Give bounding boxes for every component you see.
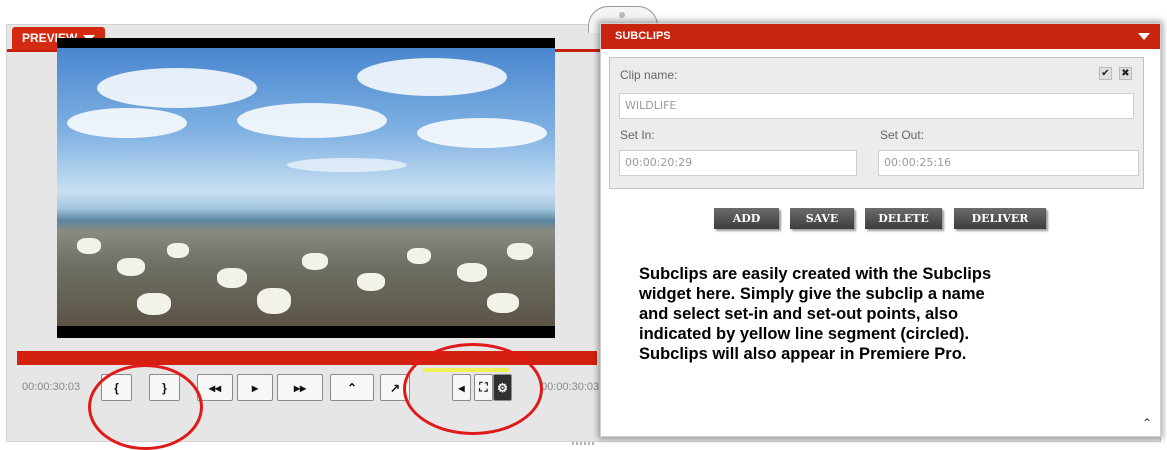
volume-icon[interactable]: ◂ [452,374,471,401]
cloud [97,68,257,108]
subclips-panel: SUBCLIPS Clip name: ✔ ✖ WILDLIFE Set In:… [600,23,1161,437]
gannet [117,258,145,276]
instruction-note: Subclips are easily created with the Sub… [639,265,992,363]
cloud [417,118,547,148]
subclips-header[interactable]: SUBCLIPS [601,24,1160,49]
gannet [487,293,519,313]
video-player[interactable] [57,38,555,338]
gannet [217,268,247,288]
timeline-bar[interactable] [17,351,597,365]
rewind-icon[interactable]: ◂◂ [197,374,233,401]
close-icon[interactable]: ✖ [1119,67,1132,80]
gannet [137,293,171,315]
fast-forward-icon[interactable]: ▸▸ [277,374,323,401]
clip-name-label: Clip name: [620,68,678,82]
up-icon[interactable]: ⌃ [330,374,374,401]
set-out-label: Set Out: [880,128,925,142]
set-in-label: Set In: [620,128,655,142]
current-time: 00:00:30:03 [22,381,81,393]
gannet [302,253,328,270]
cloud [287,158,407,172]
cloud [237,103,387,138]
set-in-field[interactable]: 00:00:20:29 [619,150,857,176]
marker-icon[interactable]: ↗ [380,374,410,401]
dropdown-arrow-icon[interactable] [1138,33,1150,40]
subclip-form: Clip name: ✔ ✖ WILDLIFE Set In: Set Out:… [609,57,1144,189]
delete-button[interactable]: DELETE [865,208,942,229]
checkmark-icon[interactable]: ✔ [1099,67,1112,80]
clip-name-field[interactable]: WILDLIFE [619,93,1134,119]
deliver-button[interactable]: DELIVER [954,208,1046,229]
play-icon[interactable]: ▸ [237,374,273,401]
gannet [457,263,487,282]
set-in-button[interactable]: { [101,374,132,401]
fullscreen-icon[interactable]: ⛶ [474,374,493,401]
resize-grip-icon[interactable] [572,442,594,445]
handle-dot-icon [619,12,625,18]
subclips-title: SUBCLIPS [615,30,671,42]
gannet [357,273,385,291]
set-out-field[interactable]: 00:00:25:16 [878,150,1139,176]
video-frame [57,48,555,326]
gear-icon[interactable]: ⚙ [493,374,512,401]
collapse-icon[interactable]: ⌃ [1142,416,1152,430]
subclip-segment [423,368,509,372]
gannet [507,243,533,260]
cloud [357,58,507,96]
gannet [77,238,101,254]
set-out-button[interactable]: } [149,374,180,401]
save-button[interactable]: SAVE [790,208,854,229]
gannet [257,288,291,314]
end-time: 00:00:30:03 [541,381,600,393]
add-button[interactable]: ADD [714,208,779,229]
gannet [167,243,189,258]
gannet [407,248,431,264]
cloud [67,108,187,138]
